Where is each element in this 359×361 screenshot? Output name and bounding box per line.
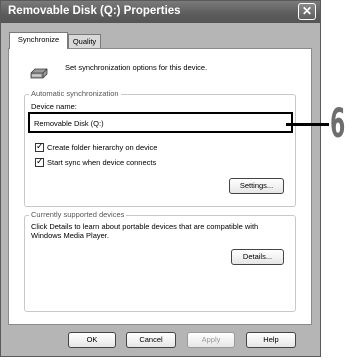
ok-button[interactable]: OK — [68, 332, 116, 348]
help-button[interactable]: Help — [246, 332, 296, 348]
device-name-label: Device name: — [31, 102, 77, 111]
callout-number: 6 — [330, 101, 346, 147]
tab-panel-synchronize: Set synchronization options for this dev… — [8, 48, 312, 325]
close-button[interactable]: ✕ — [298, 3, 316, 20]
title-bar[interactable]: Removable Disk (Q:) Properties ✕ — [1, 1, 320, 23]
window-title: Removable Disk (Q:) Properties — [8, 5, 181, 17]
properties-dialog: Removable Disk (Q:) Properties ✕ Synchro… — [0, 0, 321, 357]
details-button[interactable]: Details... — [231, 249, 284, 265]
device-name-value: Removable Disk (Q:) — [34, 119, 104, 128]
create-folder-hierarchy-checkbox[interactable]: ✓ — [35, 142, 44, 152]
settings-button[interactable]: Settings... — [229, 178, 284, 194]
start-sync-checkbox[interactable]: ✓ — [35, 157, 44, 167]
removable-drive-icon — [29, 65, 49, 79]
device-name-input[interactable]: Removable Disk (Q:) — [28, 112, 293, 133]
supported-devices-group-label: Currently supported devices — [29, 210, 127, 220]
supported-devices-description-2: Windows Media Player. — [31, 231, 109, 240]
cancel-button[interactable]: Cancel — [126, 332, 176, 348]
tab-quality[interactable]: Quality — [68, 34, 101, 49]
apply-button[interactable]: Apply — [187, 332, 235, 348]
start-sync-label: Start sync when device connects — [47, 158, 157, 167]
intro-text: Set synchronization options for this dev… — [65, 63, 208, 72]
callout-leader-line — [286, 123, 329, 126]
checkmark-icon: ✓ — [36, 142, 44, 152]
tab-synchronize[interactable]: Synchronize — [9, 32, 68, 49]
checkmark-icon: ✓ — [36, 157, 44, 167]
create-folder-hierarchy-label: Create folder hierarchy on device — [47, 143, 158, 152]
auto-sync-group-label: Automatic synchronization — [29, 89, 121, 99]
